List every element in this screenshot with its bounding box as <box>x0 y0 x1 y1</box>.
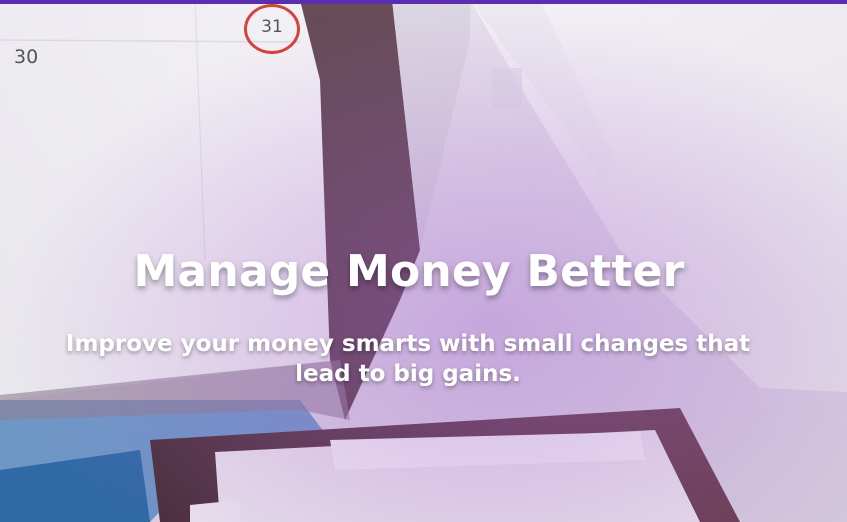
calendar-day-30: 30 <box>14 46 39 68</box>
hero-section: 30 31 Manage Money Better Improve your m… <box>0 0 847 522</box>
calendar-circle-mark: 31 <box>244 4 300 54</box>
hero-subtitle: Improve your money smarts with small cha… <box>65 331 751 387</box>
calendar-day-31: 31 <box>261 17 283 37</box>
hero-title: Manage Money Better <box>133 246 685 297</box>
top-accent-bar <box>0 0 847 4</box>
